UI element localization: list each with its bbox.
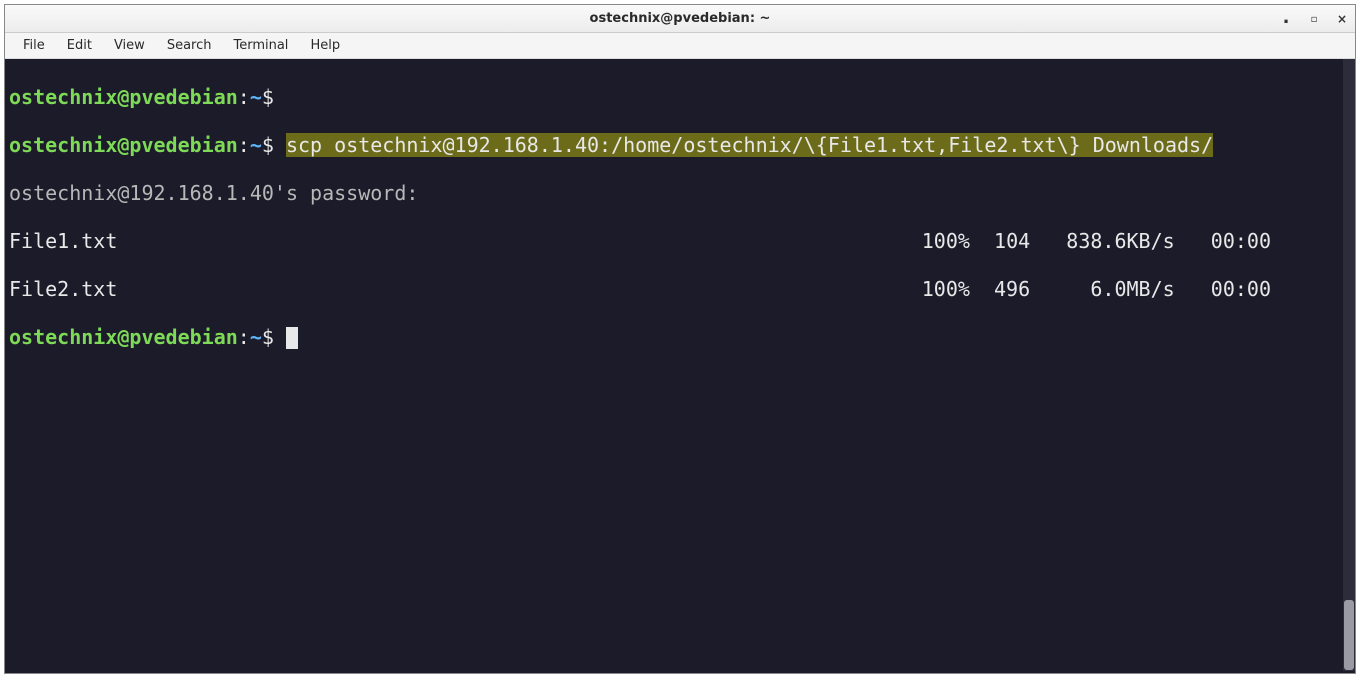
prompt-dollar: $ <box>262 325 274 349</box>
cursor-icon <box>286 327 298 349</box>
transfer-speed: 6.0MB/s <box>1090 277 1174 301</box>
scrollbar-thumb[interactable] <box>1344 600 1354 670</box>
prompt-path: ~ <box>250 133 262 157</box>
window-controls: . ▫ × <box>1279 5 1349 33</box>
maximize-button[interactable]: ▫ <box>1307 12 1321 26</box>
menu-search[interactable]: Search <box>157 36 222 55</box>
transfer-row: File1.txt 100% 104 838.6KB/s 00:00 <box>9 229 1351 253</box>
prompt-colon: : <box>238 85 250 109</box>
transfer-filename: File1.txt <box>9 229 117 253</box>
prompt-line-cursor: ostechnix@pvedebian:~$ <box>9 325 1351 349</box>
password-prompt-line: ostechnix@192.168.1.40's password: <box>9 181 1351 205</box>
transfer-row: File2.txt 100% 496 6.0MB/s 00:00 <box>9 277 1351 301</box>
prompt-path: ~ <box>250 325 262 349</box>
transfer-size: 496 <box>994 277 1030 301</box>
terminal-window: ostechnix@pvedebian: ~ . ▫ × File Edit V… <box>4 4 1356 674</box>
command-line: ostechnix@pvedebian:~$ scp ostechnix@192… <box>9 133 1351 157</box>
transfer-speed: 838.6KB/s <box>1066 229 1174 253</box>
prompt-dollar: $ <box>262 85 274 109</box>
prompt-path: ~ <box>250 85 262 109</box>
menu-file[interactable]: File <box>13 36 55 55</box>
transfer-percent: 100% <box>922 229 970 253</box>
menu-edit[interactable]: Edit <box>57 36 102 55</box>
prompt-userhost: ostechnix@pvedebian <box>9 325 238 349</box>
transfer-eta: 00:00 <box>1211 277 1271 301</box>
password-prompt: ostechnix@192.168.1.40's password: <box>9 181 418 205</box>
transfer-percent: 100% <box>922 277 970 301</box>
menu-help[interactable]: Help <box>300 36 350 55</box>
minimize-button[interactable]: . <box>1279 12 1293 26</box>
terminal-content[interactable]: ostechnix@pvedebian:~$ ostechnix@pvedebi… <box>5 59 1355 673</box>
prompt-colon: : <box>238 325 250 349</box>
transfer-filename: File2.txt <box>9 277 117 301</box>
menubar: File Edit View Search Terminal Help <box>5 33 1355 59</box>
scrollbar[interactable] <box>1343 59 1355 671</box>
window-title: ostechnix@pvedebian: ~ <box>590 11 771 26</box>
transfer-size: 104 <box>994 229 1030 253</box>
titlebar[interactable]: ostechnix@pvedebian: ~ . ▫ × <box>5 5 1355 33</box>
transfer-stats: 100% 104 838.6KB/s 00:00 <box>922 229 1351 253</box>
prompt-dollar: $ <box>262 133 274 157</box>
menu-terminal[interactable]: Terminal <box>223 36 298 55</box>
command-text: scp ostechnix@192.168.1.40:/home/ostechn… <box>286 133 1213 157</box>
transfer-eta: 00:00 <box>1211 229 1271 253</box>
prompt-userhost: ostechnix@pvedebian <box>9 85 238 109</box>
transfer-stats: 100% 496 6.0MB/s 00:00 <box>922 277 1351 301</box>
close-button[interactable]: × <box>1335 12 1349 26</box>
menu-view[interactable]: View <box>104 36 155 55</box>
prompt-colon: : <box>238 133 250 157</box>
prompt-line-empty: ostechnix@pvedebian:~$ <box>9 85 1351 109</box>
prompt-userhost: ostechnix@pvedebian <box>9 133 238 157</box>
